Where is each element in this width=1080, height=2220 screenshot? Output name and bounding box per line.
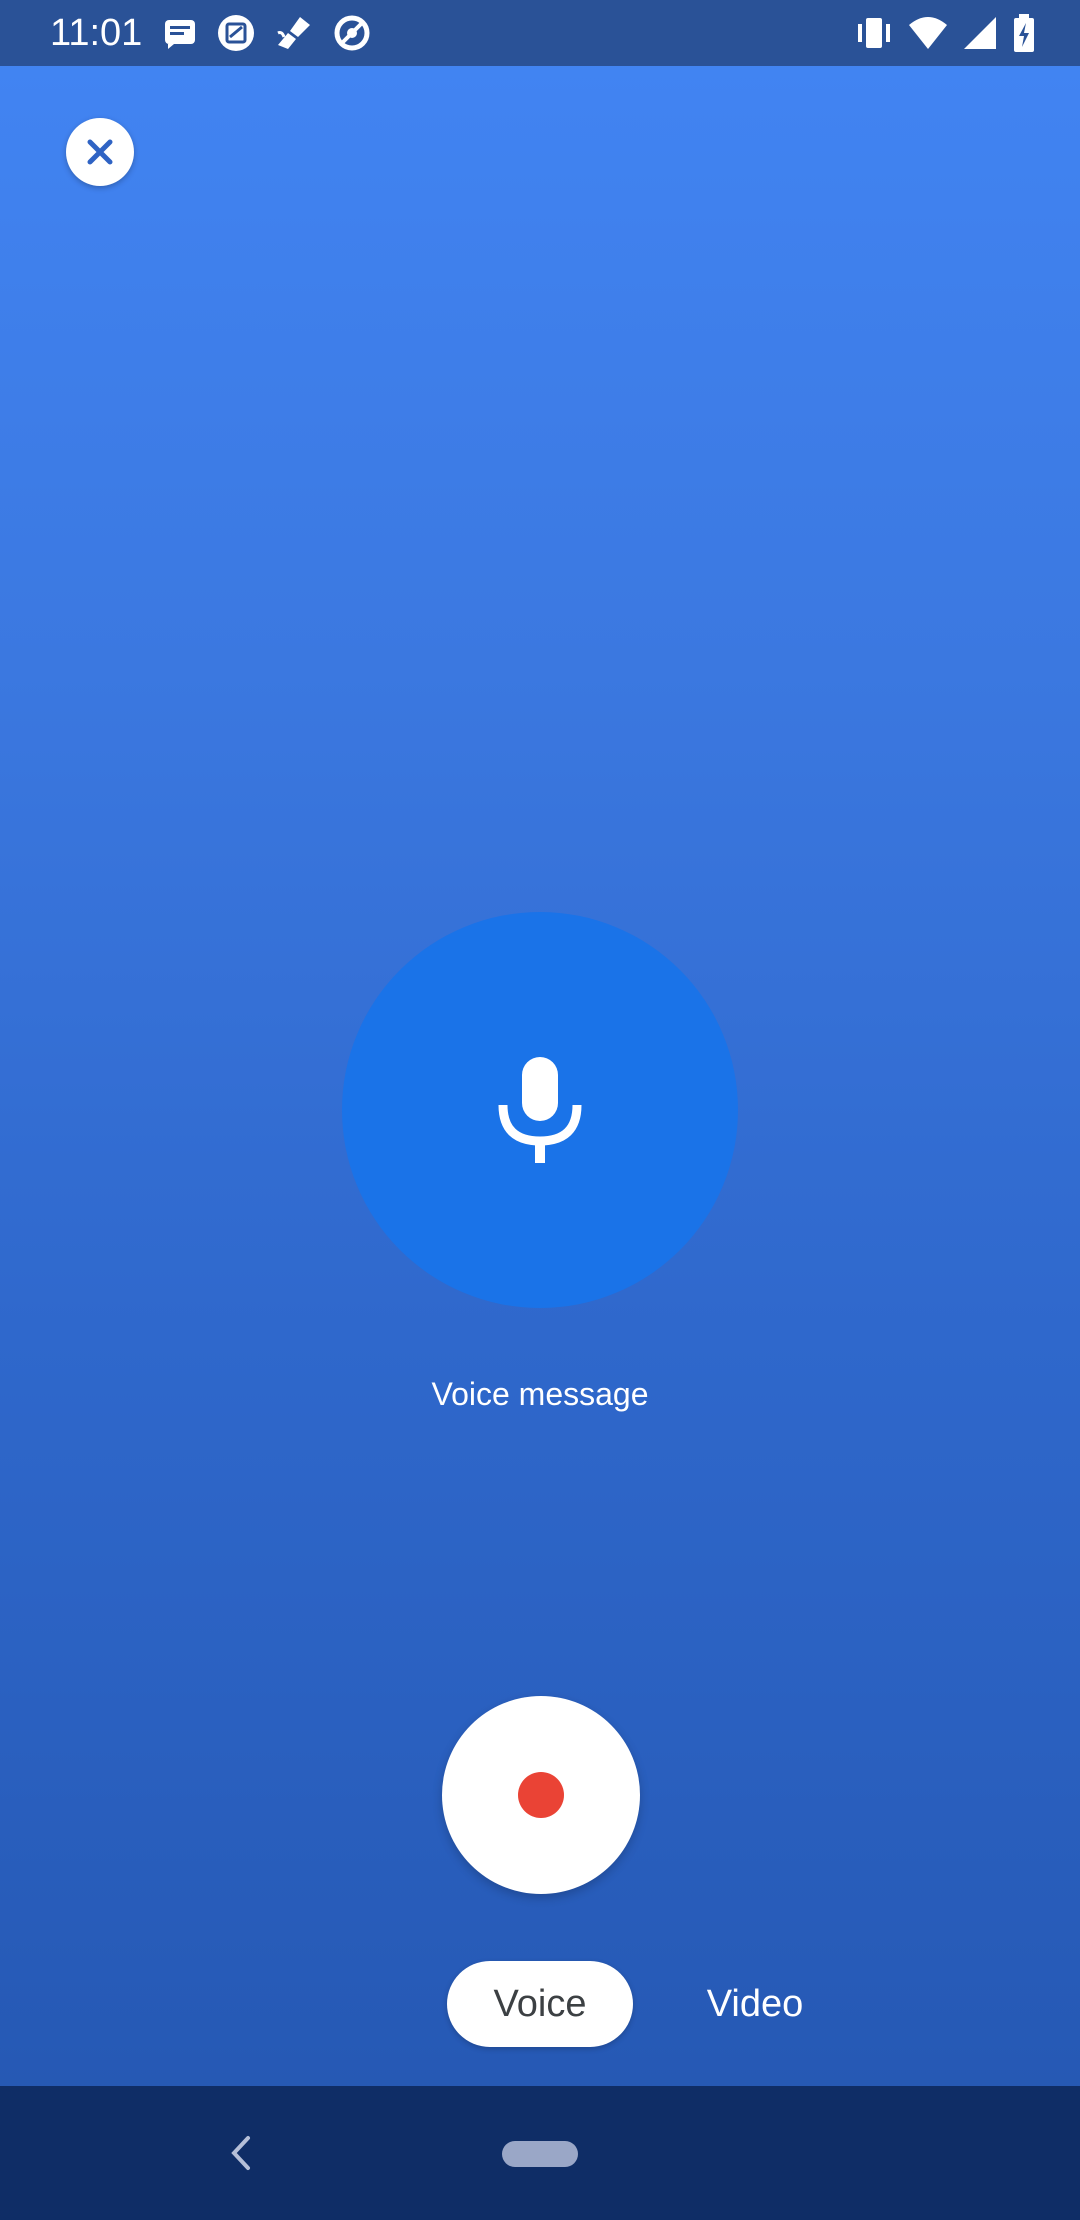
- circle-slash-icon: [332, 13, 372, 53]
- microphone-icon: [498, 1057, 582, 1163]
- back-chevron-icon: [231, 2136, 250, 2170]
- navigation-bar: [0, 2086, 1080, 2220]
- cell-signal-icon: [962, 15, 998, 51]
- record-button[interactable]: [442, 1696, 640, 1894]
- message-notification-icon: [162, 15, 198, 51]
- tab-voice[interactable]: Voice: [447, 1961, 633, 2047]
- status-time: 11:01: [50, 12, 143, 54]
- record-dot-icon: [518, 1772, 564, 1818]
- back-button[interactable]: [220, 2130, 260, 2176]
- status-bar: 11:01: [0, 0, 1080, 66]
- voice-message-mic: [342, 912, 738, 1308]
- home-button[interactable]: [502, 2141, 578, 2167]
- mode-caption: Voice message: [431, 1376, 649, 1412]
- battery-charging-icon: [1012, 13, 1036, 53]
- close-icon: [87, 139, 113, 165]
- tab-video[interactable]: Video: [680, 1961, 830, 2047]
- status-system-icons: [854, 12, 1036, 54]
- wifi-icon: [908, 15, 948, 51]
- screenshot-icon: [216, 13, 256, 53]
- broom-icon: [274, 13, 314, 53]
- vibrate-icon: [854, 15, 894, 51]
- close-button[interactable]: [66, 118, 134, 186]
- status-notification-icons: [162, 12, 372, 54]
